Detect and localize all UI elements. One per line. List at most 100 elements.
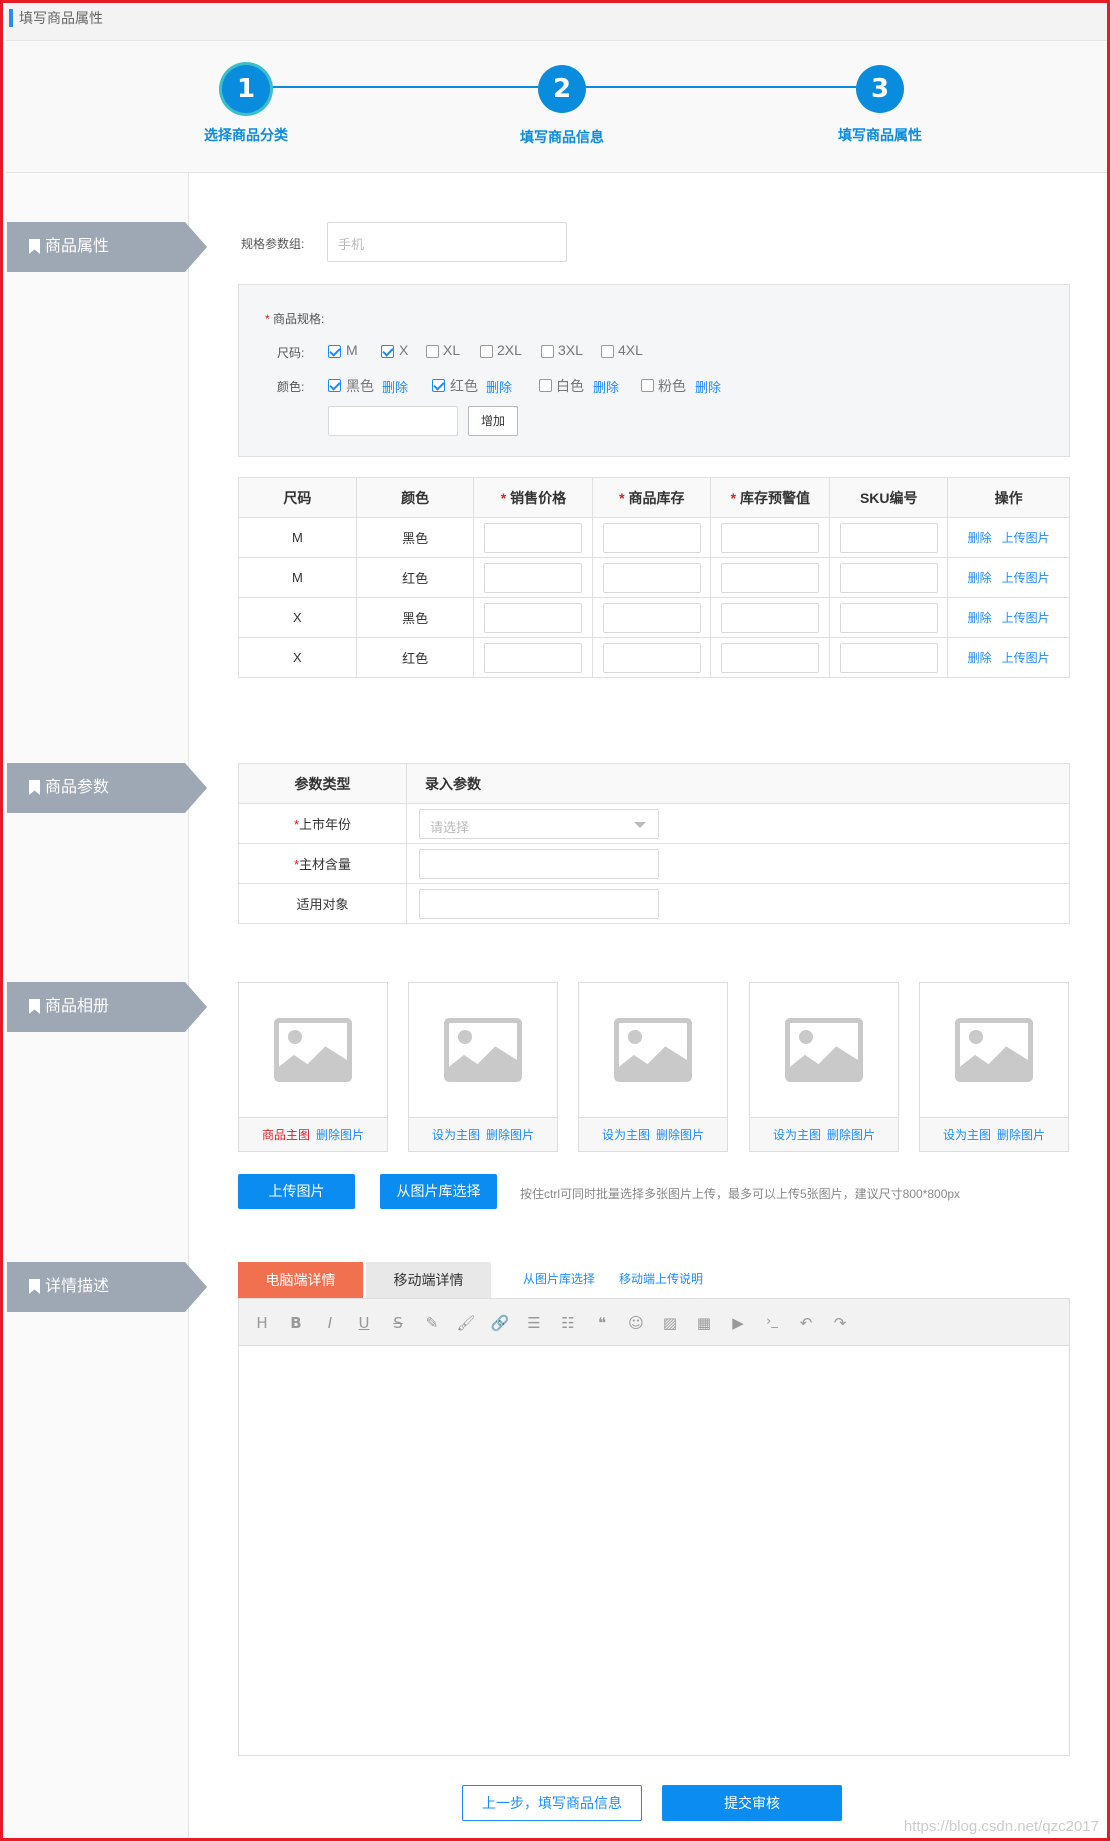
size-checkbox-x[interactable] xyxy=(381,345,394,358)
brush-icon[interactable]: 🖌 xyxy=(456,1314,476,1332)
table-row: M 黑色 删除 上传图片 xyxy=(238,517,1070,558)
color-checkbox-black[interactable] xyxy=(328,379,341,392)
sku-delete-link[interactable]: 删除 xyxy=(968,571,992,585)
delete-photo-link[interactable]: 删除图片 xyxy=(316,1128,364,1142)
strikethrough-icon[interactable]: S xyxy=(388,1314,408,1332)
list-icon[interactable]: ☰ xyxy=(524,1314,544,1332)
sku-warning-input[interactable] xyxy=(721,642,820,673)
new-color-input[interactable] xyxy=(328,406,458,436)
color-checkbox-pink[interactable] xyxy=(641,379,654,392)
sku-code-input[interactable] xyxy=(839,642,938,673)
set-main-photo-link[interactable]: 设为主图 xyxy=(943,1128,991,1142)
sku-code-input[interactable] xyxy=(839,522,938,553)
quote-icon[interactable]: ❝ xyxy=(592,1314,612,1332)
delete-color-black[interactable]: 删除 xyxy=(382,377,408,396)
underline-icon[interactable]: U xyxy=(354,1314,374,1332)
sku-warning-input[interactable] xyxy=(721,522,820,553)
spec-group-label: 规格参数组: xyxy=(241,237,305,251)
year-select[interactable]: 请选择 xyxy=(419,808,659,839)
tab-mobile-detail[interactable]: 移动端详情 xyxy=(366,1262,491,1298)
sku-delete-link[interactable]: 删除 xyxy=(968,611,992,625)
delete-color-pink[interactable]: 删除 xyxy=(695,377,721,396)
color-checkbox-white[interactable] xyxy=(539,379,552,392)
sku-upload-link[interactable]: 上传图片 xyxy=(1002,611,1050,625)
bold-icon[interactable]: B xyxy=(286,1314,306,1332)
video-icon[interactable]: ▶ xyxy=(728,1314,748,1332)
sku-cell-color: 红色 xyxy=(355,557,475,598)
detail-library-link[interactable]: 从图片库选择 xyxy=(523,1270,595,1287)
size-checkbox-4xl[interactable] xyxy=(601,345,614,358)
delete-color-red[interactable]: 删除 xyxy=(486,377,512,396)
editor-content-area[interactable] xyxy=(238,1345,1070,1756)
delete-photo-link[interactable]: 删除图片 xyxy=(997,1128,1045,1142)
align-icon[interactable]: ☷ xyxy=(558,1314,578,1332)
image-icon[interactable]: ▨ xyxy=(660,1314,680,1332)
undo-icon[interactable]: ↶ xyxy=(796,1314,816,1332)
sku-price-input[interactable] xyxy=(484,602,583,633)
sku-code-input[interactable] xyxy=(839,602,938,633)
submit-review-button[interactable]: 提交审核 xyxy=(662,1785,842,1821)
sku-upload-link[interactable]: 上传图片 xyxy=(1002,531,1050,545)
sku-warning-input[interactable] xyxy=(721,562,820,593)
sku-header-ops: 操作 xyxy=(947,477,1070,518)
section-album-label: 商品相册 xyxy=(45,998,110,1015)
size-checkbox-2xl[interactable] xyxy=(480,345,493,358)
size-label-xl: XL xyxy=(443,342,461,358)
size-checkbox-3xl[interactable] xyxy=(541,345,554,358)
table-icon[interactable]: ▦ xyxy=(694,1314,714,1332)
set-main-photo-link[interactable]: 设为主图 xyxy=(773,1128,821,1142)
sku-upload-link[interactable]: 上传图片 xyxy=(1002,571,1050,585)
sku-header-stock: * 商品库存 xyxy=(592,477,712,518)
sku-stock-input[interactable] xyxy=(602,522,701,553)
step-3-circle: 3 xyxy=(856,65,904,113)
size-label-m: M xyxy=(346,342,358,358)
main-photo-label[interactable]: 商品主图 xyxy=(262,1128,310,1142)
section-detail-label: 详情描述 xyxy=(45,1278,110,1295)
sku-delete-link[interactable]: 删除 xyxy=(968,531,992,545)
tab-pc-detail[interactable]: 电脑端详情 xyxy=(238,1262,363,1298)
page-frame: 填写商品属性 1 2 3 选择商品分类 填写商品信息 填写商品属性 商品属性 商… xyxy=(0,0,1110,1841)
heading-icon[interactable]: H xyxy=(252,1314,272,1332)
upload-photo-button[interactable]: 上传图片 xyxy=(238,1174,355,1209)
image-placeholder-icon xyxy=(785,1018,863,1082)
delete-photo-link[interactable]: 删除图片 xyxy=(486,1128,534,1142)
code-icon[interactable]: ›_ xyxy=(762,1314,782,1329)
step-1-label: 选择商品分类 xyxy=(204,127,288,143)
choose-from-library-button[interactable]: 从图片库选择 xyxy=(380,1174,497,1209)
set-main-photo-link[interactable]: 设为主图 xyxy=(602,1128,650,1142)
sku-price-input[interactable] xyxy=(484,562,583,593)
target-input[interactable] xyxy=(419,888,659,919)
size-checkbox-m[interactable] xyxy=(328,345,341,358)
sku-upload-link[interactable]: 上传图片 xyxy=(1002,651,1050,665)
prev-step-button[interactable]: 上一步，填写商品信息 xyxy=(462,1785,642,1821)
mobile-upload-help-link[interactable]: 移动端上传说明 xyxy=(619,1270,703,1287)
image-placeholder-icon xyxy=(955,1018,1033,1082)
link-icon[interactable]: 🔗 xyxy=(490,1314,510,1332)
size-label-x: X xyxy=(399,342,409,358)
material-input[interactable] xyxy=(419,848,659,879)
emoji-icon[interactable]: ☺ xyxy=(626,1314,646,1332)
sku-stock-input[interactable] xyxy=(602,562,701,593)
pen-icon[interactable]: ✎ xyxy=(422,1314,442,1332)
redo-icon[interactable]: ↷ xyxy=(830,1314,850,1332)
sku-price-input[interactable] xyxy=(484,522,583,553)
sku-warning-input[interactable] xyxy=(721,602,820,633)
color-checkbox-red[interactable] xyxy=(432,379,445,392)
spec-group-input[interactable]: 手机 xyxy=(327,222,567,262)
delete-photo-link[interactable]: 删除图片 xyxy=(656,1128,704,1142)
sku-delete-link[interactable]: 删除 xyxy=(968,651,992,665)
sku-price-input[interactable] xyxy=(484,642,583,673)
size-label: 尺码: xyxy=(277,346,305,360)
size-checkbox-xl[interactable] xyxy=(426,345,439,358)
size-label-3xl: 3XL xyxy=(558,342,583,358)
table-row: *上市年份 请选择 xyxy=(238,803,1070,844)
sku-code-input[interactable] xyxy=(839,562,938,593)
delete-photo-link[interactable]: 删除图片 xyxy=(827,1128,875,1142)
sku-stock-input[interactable] xyxy=(602,602,701,633)
set-main-photo-link[interactable]: 设为主图 xyxy=(432,1128,480,1142)
italic-icon[interactable]: I xyxy=(320,1314,340,1332)
delete-color-white[interactable]: 删除 xyxy=(593,377,619,396)
add-color-button[interactable]: 增加 xyxy=(468,406,518,436)
sku-stock-input[interactable] xyxy=(602,642,701,673)
image-placeholder-icon xyxy=(614,1018,692,1082)
